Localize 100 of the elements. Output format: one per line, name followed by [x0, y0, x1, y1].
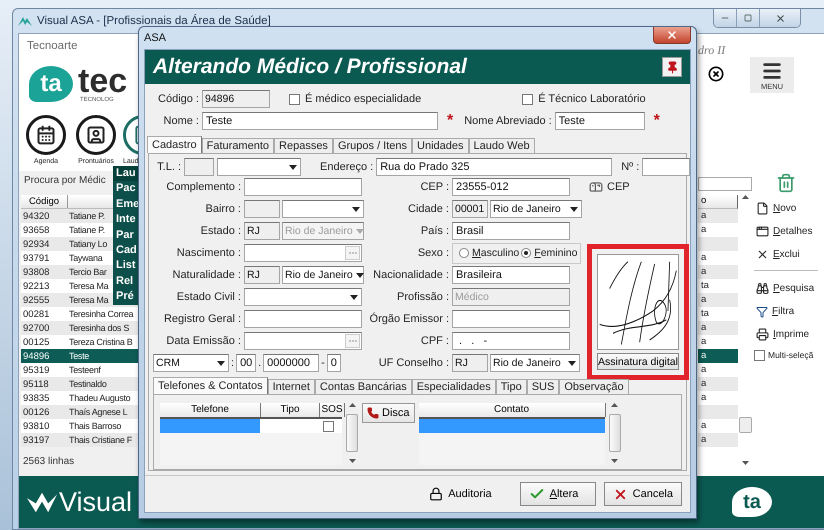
column-header[interactable]: Código — [21, 195, 68, 208]
checkbox[interactable] — [323, 420, 334, 432]
tab[interactable]: Repasses — [274, 138, 333, 153]
code-field[interactable] — [184, 158, 214, 176]
column-header[interactable]: o — [698, 195, 738, 209]
column-header[interactable]: Telefone — [160, 403, 261, 417]
scrollbar[interactable] — [738, 195, 752, 465]
field-label: CEP : — [419, 181, 449, 193]
toolbar-button[interactable]: Novo — [754, 197, 818, 220]
column-header[interactable]: Tipo — [261, 403, 320, 417]
tab[interactable]: SUS — [526, 379, 560, 394]
input-field[interactable]: 0000000 — [263, 354, 320, 372]
minimize-button[interactable] — [714, 9, 737, 27]
dropdown[interactable] — [282, 200, 364, 218]
code-field[interactable]: RJ — [452, 354, 488, 372]
input-field[interactable]: Teste — [202, 112, 438, 130]
cancel-button[interactable]: Cancela — [604, 482, 682, 506]
date-field[interactable] — [244, 332, 362, 350]
table-row[interactable]: 94896 Teste — [21, 349, 139, 363]
toolbar-button[interactable]: Imprime — [754, 323, 818, 346]
input-field[interactable]: 23555-012 — [452, 178, 570, 196]
scrollbar[interactable] — [346, 403, 358, 463]
cep-button[interactable]: CEP — [581, 180, 630, 194]
input-field[interactable] — [452, 310, 570, 328]
code-field[interactable] — [244, 200, 280, 218]
table-row[interactable]: 00126 Thaís Agnese L — [21, 405, 139, 419]
checkbox[interactable]: É médico especialidade — [289, 93, 422, 105]
table-cell-text: 92213 — [22, 280, 50, 292]
table-row[interactable]: 00125 Tereza Cristina B — [21, 335, 139, 349]
code-field[interactable]: 00001 — [452, 200, 488, 218]
table-row[interactable]: 95319 Testeenf — [21, 363, 139, 377]
input-field[interactable] — [244, 310, 362, 328]
tab[interactable]: Unidades — [412, 138, 469, 153]
input-field[interactable]: 94896 — [202, 90, 270, 108]
table-row[interactable]: 93197 Thais Cristiane F — [21, 433, 139, 447]
input-field[interactable]: . . - — [452, 332, 570, 350]
input-field[interactable] — [244, 178, 362, 196]
dropdown[interactable]: Rio de Janeiro — [490, 200, 582, 218]
tab[interactable]: Telefones & Contatos — [153, 377, 268, 394]
checkbox[interactable]: É Técnico Laboratório — [522, 93, 646, 105]
input-field[interactable]: Brasileira — [452, 266, 570, 284]
table-row[interactable]: 93810 Thais Barroso — [21, 419, 139, 433]
table-cell-text: 00126 — [22, 406, 50, 418]
tab[interactable]: Especialidades — [412, 379, 496, 394]
close-button[interactable] — [760, 9, 800, 27]
dropdown[interactable] — [244, 288, 362, 306]
search-field[interactable] — [698, 177, 752, 191]
signature-button[interactable]: Assinatura digital — [597, 353, 679, 370]
input-field[interactable]: Teste — [554, 112, 645, 130]
table-row[interactable]: 93835 Thadeu Augusto — [21, 391, 139, 405]
toolbar-button[interactable]: Pesquisa — [754, 277, 818, 300]
table-cell[interactable] — [160, 419, 260, 433]
tab[interactable]: Tipo — [496, 379, 527, 394]
scroll-down-icon — [611, 459, 618, 463]
dropdown[interactable] — [217, 158, 301, 176]
table-row[interactable]: 00281 Teresinha Correa — [21, 307, 139, 321]
logo-mark: ta — [732, 487, 772, 517]
dropdown[interactable]: CRM — [153, 354, 229, 372]
toolbar-button[interactable]: Exclui — [754, 243, 818, 266]
scrollbar-thumb[interactable] — [346, 414, 358, 452]
tab[interactable]: Faturamento — [202, 138, 274, 153]
tab[interactable]: Contas Bancárias — [314, 379, 412, 394]
tab[interactable]: Internet — [268, 379, 315, 394]
audit-button[interactable]: Auditoria — [421, 482, 500, 506]
column-header[interactable]: Contato — [418, 403, 606, 417]
field-label: Data Emissão : — [165, 335, 241, 347]
radio-button[interactable]: Feminino — [521, 247, 578, 259]
dial-button[interactable]: Disca — [362, 403, 415, 423]
table-row[interactable]: 92700 Teresinha dos S — [21, 321, 139, 335]
input-field[interactable]: 00 — [236, 354, 256, 372]
scrollbar[interactable] — [608, 403, 621, 463]
dropdown[interactable]: Rio de Janeiro — [490, 354, 580, 372]
tab[interactable]: Observação — [559, 379, 629, 394]
scroll-up-icon — [348, 403, 356, 407]
input-field[interactable]: Brasil — [452, 222, 570, 240]
toolbar-button[interactable]: Detalhes — [754, 220, 818, 243]
scrollbar-thumb[interactable] — [738, 417, 752, 433]
field-label: Bairro : — [204, 203, 241, 215]
table-row[interactable]: 95118 Testinaldo — [21, 377, 139, 391]
table-cell[interactable] — [260, 419, 342, 433]
radio-button[interactable]: Masculino — [459, 247, 520, 259]
column-header[interactable]: SOS — [320, 403, 345, 417]
confirm-button[interactable]: Altera — [520, 482, 596, 506]
close-button[interactable] — [653, 27, 691, 44]
input-field[interactable]: 0 — [326, 354, 341, 372]
date-field[interactable] — [244, 244, 362, 262]
input-field[interactable]: Rua do Prado 325 — [376, 158, 612, 176]
tab[interactable]: Cadastro — [147, 136, 202, 153]
table-cell[interactable] — [418, 419, 605, 433]
tab[interactable]: Laudo Web — [468, 138, 535, 153]
close-circle-icon[interactable] — [708, 66, 724, 82]
code-field[interactable]: RJ — [244, 266, 280, 284]
dropdown[interactable]: Rio de Janeiro — [282, 266, 364, 284]
toolbar-button[interactable]: Filtra — [754, 300, 818, 323]
scrollbar-thumb[interactable] — [608, 414, 621, 452]
pin-button[interactable] — [662, 57, 682, 77]
input-field[interactable] — [642, 158, 690, 176]
maximize-button[interactable] — [737, 9, 760, 27]
checkbox[interactable]: Multi-seleçã — [754, 346, 818, 364]
tab[interactable]: Grupos / Itens — [332, 138, 412, 153]
